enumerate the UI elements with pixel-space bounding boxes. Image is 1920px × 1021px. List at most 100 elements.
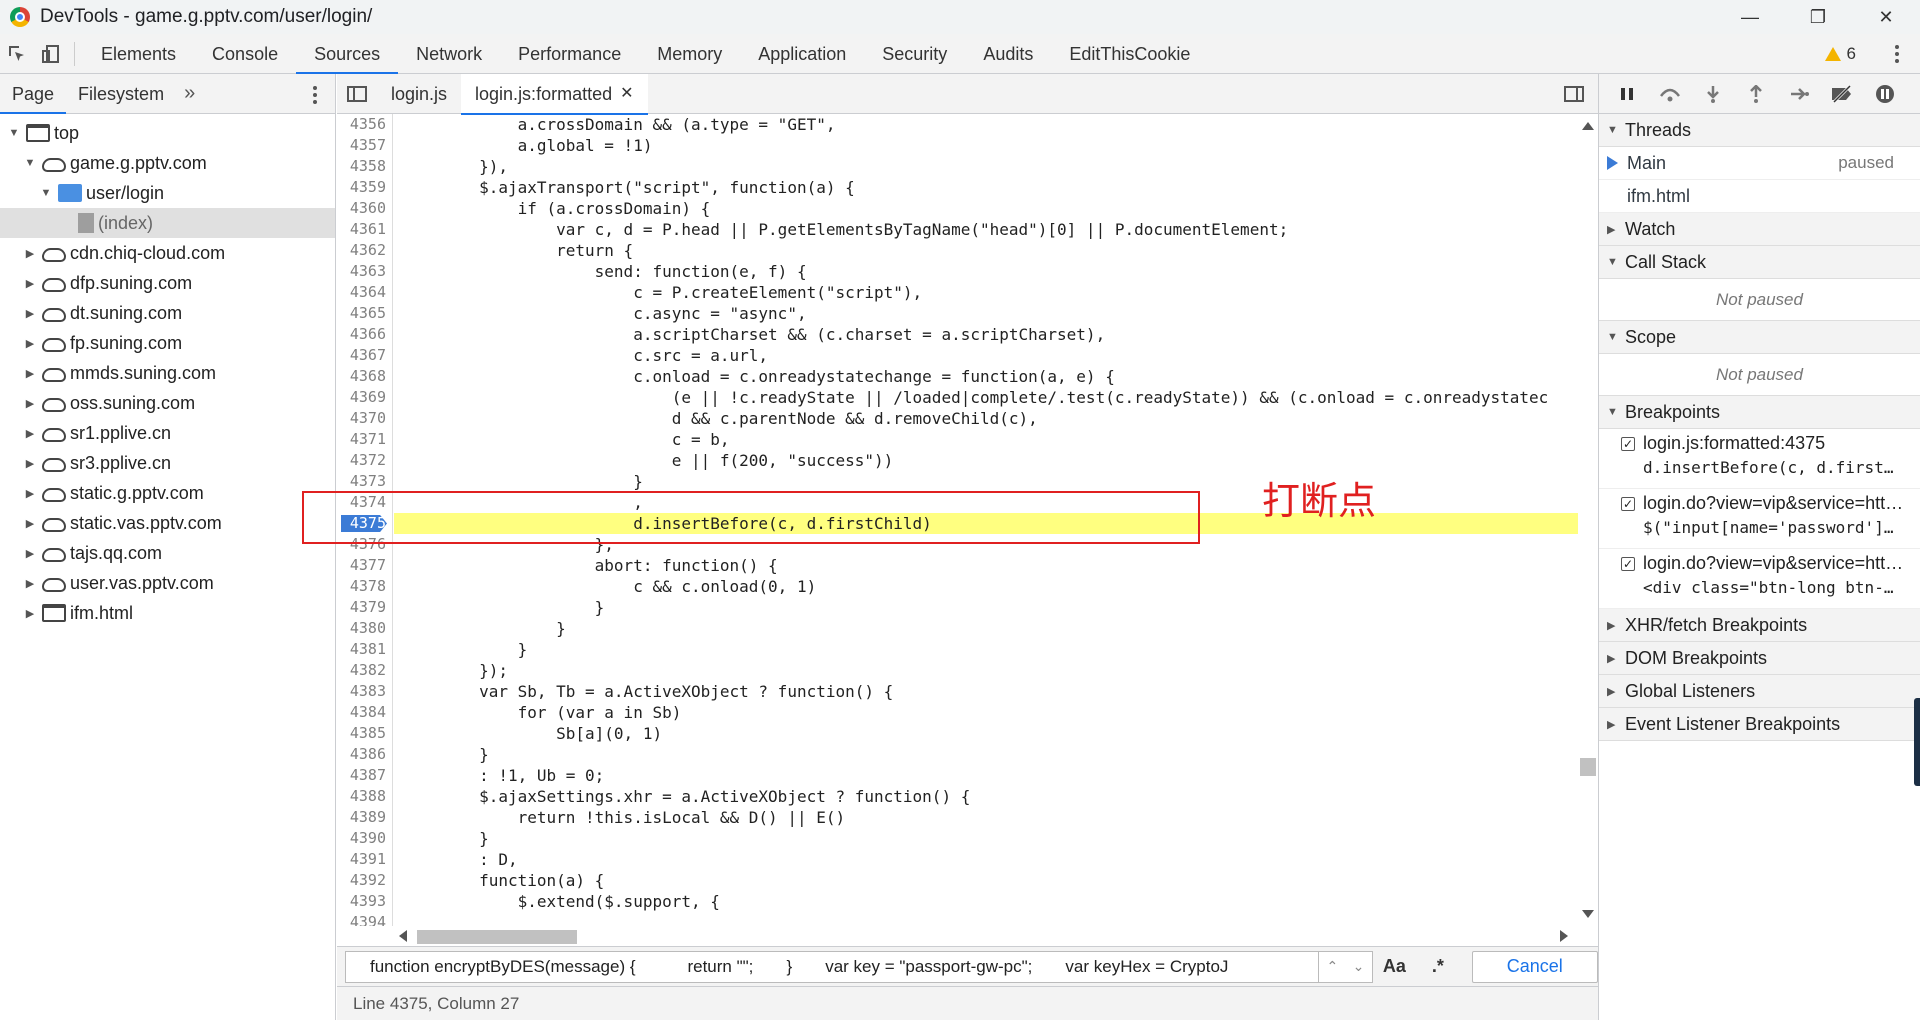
section-breakpoints[interactable]: ▼ Breakpoints [1599,396,1920,429]
collapsed-arrow-icon[interactable]: ▶ [22,277,38,290]
breakpoint-item[interactable]: ✓ login.do?view=vip&service=htt… <div cl… [1599,549,1920,609]
line-number[interactable]: 4387 [337,765,392,786]
line-number[interactable]: 4377 [337,555,392,576]
line-number[interactable]: 4389 [337,807,392,828]
tab-network[interactable]: Network [398,34,500,74]
tree-item[interactable]: ▶ user.vas.pptv.com [0,568,335,598]
tab-memory[interactable]: Memory [639,34,740,74]
section-call-stack[interactable]: ▼ Call Stack [1599,246,1920,279]
toggle-navigator-button[interactable] [337,74,377,114]
expanded-arrow-icon[interactable]: ▼ [38,187,54,199]
tree-item[interactable]: ▼ game.g.pptv.com [0,148,335,178]
code-line[interactable]: }), [394,156,1578,177]
code-line[interactable]: c = b, [394,429,1578,450]
line-number[interactable]: 4358 [337,156,392,177]
code-line[interactable]: for (var a in Sb) [394,702,1578,723]
line-number-gutter[interactable]: 4356 4357 4358 4359 4360 4361 4362 4363 4364 4365… [337,114,393,926]
scroll-down-icon[interactable] [1582,910,1594,918]
line-number[interactable]: 4379 [337,597,392,618]
line-number[interactable]: 4360 [337,198,392,219]
tab-console[interactable]: Console [194,34,296,74]
tree-item[interactable]: ▶ ifm.html [0,598,335,628]
paused-code-line[interactable]: d.insertBefore(c, d.firstChild) [394,513,1578,534]
h-scroll-thumb[interactable] [417,930,577,944]
tab-sources[interactable]: Sources [296,34,399,74]
line-number[interactable]: 4370 [337,408,392,429]
line-number[interactable]: 4359 [337,177,392,198]
line-number[interactable]: 4356 [337,114,392,135]
code-line[interactable]: var c, d = P.head || P.getElementsByTagN… [394,219,1578,240]
collapsed-arrow-icon[interactable]: ▶ [22,427,38,440]
inspect-element-button[interactable] [0,34,34,74]
code-line[interactable]: c && c.onload(0, 1) [394,576,1578,597]
code-line[interactable]: Sb[a](0, 1) [394,723,1578,744]
line-number[interactable]: 4394 [337,912,392,926]
code-line[interactable]: } [394,618,1578,639]
code-line[interactable] [394,912,1578,926]
close-button[interactable]: ✕ [1852,0,1920,34]
collapsed-arrow-icon[interactable]: ▶ [22,307,38,320]
code-line[interactable]: return { [394,240,1578,261]
expanded-arrow-icon[interactable]: ▼ [22,157,38,169]
breakpoint-line-number[interactable]: 4375 [337,513,392,534]
line-number[interactable]: 4362 [337,240,392,261]
code-line[interactable]: function(a) { [394,870,1578,891]
tab-editthiscookie[interactable]: EditThisCookie [1051,34,1208,74]
breakpoint-checkbox[interactable]: ✓ [1621,437,1635,451]
code-line[interactable]: if (a.crossDomain) { [394,198,1578,219]
code-line[interactable]: $.ajaxSettings.xhr = a.ActiveXObject ? f… [394,786,1578,807]
line-number[interactable]: 4365 [337,303,392,324]
code-line[interactable]: $.extend($.support, { [394,891,1578,912]
scroll-thumb[interactable] [1580,758,1596,776]
code-area[interactable]: 4356 4357 4358 4359 4360 4361 4362 4363 4364 4365… [337,114,1598,926]
line-number[interactable]: 4364 [337,282,392,303]
regex-button[interactable]: .* [1416,956,1459,977]
code-line[interactable]: a.global = !1) [394,135,1578,156]
collapsed-arrow-icon[interactable]: ▶ [22,547,38,560]
step-button[interactable] [1777,74,1820,114]
code-line[interactable]: : D, [394,849,1578,870]
tab-audits[interactable]: Audits [965,34,1051,74]
breakpoint-item[interactable]: ✓ login.do?view=vip&service=htt… $("inpu… [1599,489,1920,549]
line-number[interactable]: 4378 [337,576,392,597]
section-dom-breakpoints[interactable]: ▶ DOM Breakpoints [1599,642,1920,675]
tree-item[interactable]: ▶ dt.suning.com [0,298,335,328]
code-line[interactable]: } [394,471,1578,492]
scroll-up-icon[interactable] [1582,122,1594,130]
tree-item[interactable]: ▶ fp.suning.com [0,328,335,358]
collapsed-arrow-icon[interactable]: ▶ [22,577,38,590]
more-tabs-icon[interactable]: » [176,82,203,105]
line-number[interactable]: 4388 [337,786,392,807]
line-number[interactable]: 4381 [337,639,392,660]
code-line[interactable]: }); [394,660,1578,681]
breakpoint-checkbox[interactable]: ✓ [1621,557,1635,571]
line-number[interactable]: 4368 [337,366,392,387]
breakpoint-checkbox[interactable]: ✓ [1621,497,1635,511]
line-number[interactable]: 4372 [337,450,392,471]
tree-item[interactable]: (index) [0,208,335,238]
line-number[interactable]: 4392 [337,870,392,891]
device-toolbar-button[interactable] [34,34,68,74]
tab-elements[interactable]: Elements [83,34,194,74]
tree-item[interactable]: ▼ user/login [0,178,335,208]
code-line[interactable]: : !1, Ub = 0; [394,765,1578,786]
tree-item[interactable]: ▶ sr1.pplive.cn [0,418,335,448]
line-number[interactable]: 4384 [337,702,392,723]
code-line[interactable]: } [394,597,1578,618]
collapsed-arrow-icon[interactable]: ▶ [22,517,38,530]
search-prev-icon[interactable]: ⌃ [1319,952,1345,982]
editor-tab-login-js[interactable]: login.js [377,74,461,114]
line-number[interactable]: 4374 [337,492,392,513]
cancel-button[interactable]: Cancel [1471,950,1599,983]
code-line[interactable]: e || f(200, "success")) [394,450,1578,471]
line-number[interactable]: 4373 [337,471,392,492]
toggle-debugger-button[interactable] [1554,74,1594,114]
tab-application[interactable]: Application [740,34,864,74]
breakpoint-item[interactable]: ✓ login.js:formatted:4375 d.insertBefore… [1599,429,1920,489]
code-line[interactable]: c = P.createElement("script"), [394,282,1578,303]
devtools-menu-button[interactable] [1882,45,1912,63]
line-number[interactable]: 4376 [337,534,392,555]
collapsed-arrow-icon[interactable]: ▶ [22,457,38,470]
tree-item[interactable]: ▶ oss.suning.com [0,388,335,418]
section-watch[interactable]: ▶ Watch [1599,213,1920,246]
